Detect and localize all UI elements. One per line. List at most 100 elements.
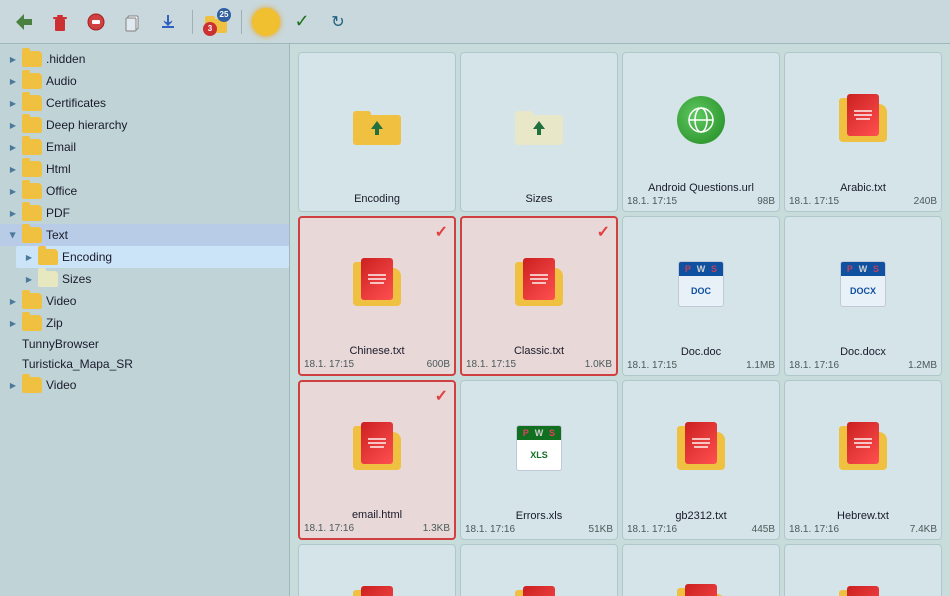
folder-icon — [22, 161, 42, 177]
file-item-japanese[interactable]: Japanese 保険業界を.txt 18.1. 17:16 0.90KB — [622, 544, 780, 596]
file-item-android-questions[interactable]: Android Questions.url 18.1. 17:15 98B — [622, 52, 780, 212]
badge-count-3: 3 — [203, 22, 217, 36]
file-icon-area: P W S DOC — [678, 225, 724, 342]
file-name: Errors.xls — [465, 510, 613, 522]
file-item-classic[interactable]: ✓ Classic.txt 18.1. 17:15 1.0KB — [460, 216, 618, 376]
sidebar-item-encoding[interactable]: Encoding — [16, 246, 289, 268]
sidebar-item-email[interactable]: Email — [0, 136, 289, 158]
file-date: 18.1. 17:15 — [789, 196, 839, 207]
folder-icon-encoding — [349, 101, 405, 149]
file-date: 18.1. 17:16 — [627, 524, 677, 535]
sidebar-label: Audio — [46, 74, 77, 88]
sidebar-item-zip[interactable]: Zip — [0, 312, 289, 334]
file-item-doc-doc[interactable]: P W S DOC Doc.doc 18.1. 17:15 1.1MB — [622, 216, 780, 376]
arrow-icon — [8, 76, 18, 86]
file-item-hindi[interactable]: Hindi.txt 18.1. 17:16 388B — [298, 544, 456, 596]
folder-icon — [22, 95, 42, 111]
file-name: email.html — [304, 509, 450, 521]
file-item-html-html[interactable]: html.html 18.1. 17:16 30KB — [460, 544, 618, 596]
download-button[interactable] — [152, 6, 184, 38]
file-date: 18.1. 17:16 — [789, 360, 839, 371]
sun-button[interactable] — [250, 6, 282, 38]
sidebar-label: Video — [46, 294, 76, 308]
folder-icon — [22, 183, 42, 199]
arrow-icon — [24, 274, 34, 284]
file-icon-area — [677, 61, 725, 178]
sun-icon — [252, 8, 280, 36]
sidebar-item-hidden[interactable]: .hidden — [0, 48, 289, 70]
file-name: Sizes — [465, 193, 613, 205]
sidebar-item-certificates[interactable]: Certificates — [0, 92, 289, 114]
refresh-button[interactable]: ↻ — [322, 6, 354, 38]
file-size: 51KB — [589, 524, 613, 535]
back-button[interactable] — [8, 6, 40, 38]
sidebar-item-pdf[interactable]: PDF — [0, 202, 289, 224]
badge-button[interactable]: 25 3 — [201, 6, 233, 38]
txt-icon — [839, 94, 887, 146]
toolbar-separator2 — [241, 10, 242, 34]
file-item-email-html[interactable]: ✓ email.html 18.1. 17:16 1.3KB — [298, 380, 456, 540]
folder-icon — [22, 73, 42, 89]
file-size: 98B — [757, 196, 775, 207]
folder-icon — [22, 315, 42, 331]
folder-icon — [38, 249, 58, 265]
sidebar-label: Zip — [46, 316, 63, 330]
file-icon-area — [511, 61, 567, 189]
file-item-arabic[interactable]: Arabic.txt 18.1. 17:15 240B — [784, 52, 942, 212]
file-date: 18.1. 17:16 — [789, 524, 839, 535]
sidebar-item-tunnybrowser[interactable]: TunnyBrowser — [0, 334, 289, 354]
sidebar-label: Video — [46, 378, 76, 392]
url-icon — [677, 96, 725, 144]
sidebar-item-office[interactable]: Office — [0, 180, 289, 202]
sidebar-item-html[interactable]: Html — [0, 158, 289, 180]
file-item-encoding[interactable]: Encoding — [298, 52, 456, 212]
sidebar-item-turisticka[interactable]: Turisticka_Mapa_SR — [0, 354, 289, 374]
file-item-errors-xls[interactable]: P W S XLS Errors.xls 18.1. 17:16 51KB — [460, 380, 618, 540]
arrow-placeholder — [8, 339, 18, 349]
toolbar: 25 3 ✓ ↻ — [0, 0, 950, 44]
file-name: Doc.docx — [789, 346, 937, 358]
copy-button[interactable] — [116, 6, 148, 38]
sidebar-item-audio[interactable]: Audio — [0, 70, 289, 92]
file-size: 1.2MB — [908, 360, 937, 371]
delete-button[interactable] — [44, 6, 76, 38]
arrow-icon — [8, 186, 18, 196]
sidebar-label: Email — [46, 140, 76, 154]
file-date: 18.1. 17:15 — [304, 359, 354, 370]
sidebar-item-text[interactable]: Text — [0, 224, 289, 246]
file-icon-area — [353, 390, 401, 505]
file-item-chinese[interactable]: ✓ Chinese.txt 18.1. 17:15 600B — [298, 216, 456, 376]
folder-icon — [22, 227, 42, 243]
sidebar-item-deep-hierarchy[interactable]: Deep hierarchy — [0, 114, 289, 136]
file-size: 1.0KB — [585, 359, 612, 370]
folder-icon-sizes — [511, 101, 567, 149]
file-item-hebrew[interactable]: Hebrew.txt 18.1. 17:16 7.4KB — [784, 380, 942, 540]
file-icon-area — [677, 553, 725, 596]
check-button[interactable]: ✓ — [286, 6, 318, 38]
xls-icon: P W S XLS — [516, 425, 562, 471]
file-date: 18.1. 17:15 — [627, 360, 677, 371]
sidebar-item-video2[interactable]: Video — [0, 374, 289, 396]
sidebar-item-video[interactable]: Video — [0, 290, 289, 312]
txt-folder-icon-japanese — [677, 584, 725, 596]
txt-folder-icon-html — [515, 586, 563, 596]
arrow-icon — [8, 98, 18, 108]
file-item-sizes[interactable]: Sizes — [460, 52, 618, 212]
sidebar-item-sizes[interactable]: Sizes — [16, 268, 289, 290]
txt-icon-korean — [839, 586, 887, 596]
sidebar: .hidden Audio Certificates Deep hierarch… — [0, 44, 290, 596]
file-size: 1.3KB — [423, 523, 450, 534]
file-meta: 18.1. 17:16 51KB — [465, 524, 613, 535]
folder-icon — [22, 205, 42, 221]
folder-icon — [38, 271, 58, 287]
file-date: 18.1. 17:15 — [466, 359, 516, 370]
file-item-gb2312[interactable]: gb2312.txt 18.1. 17:16 445B — [622, 380, 780, 540]
arrow-icon — [8, 142, 18, 152]
file-size: 7.4KB — [910, 524, 937, 535]
stop-button[interactable] — [80, 6, 112, 38]
file-item-doc-docx[interactable]: P W S DOCX Doc.docx 18.1. 17:16 1.2MB — [784, 216, 942, 376]
file-name: Classic.txt — [466, 345, 612, 357]
arrow-icon — [24, 252, 34, 262]
word-icon: P W S DOC — [678, 261, 724, 307]
file-item-korean[interactable]: Korean.txt 18.1. 17:16 638B — [784, 544, 942, 596]
